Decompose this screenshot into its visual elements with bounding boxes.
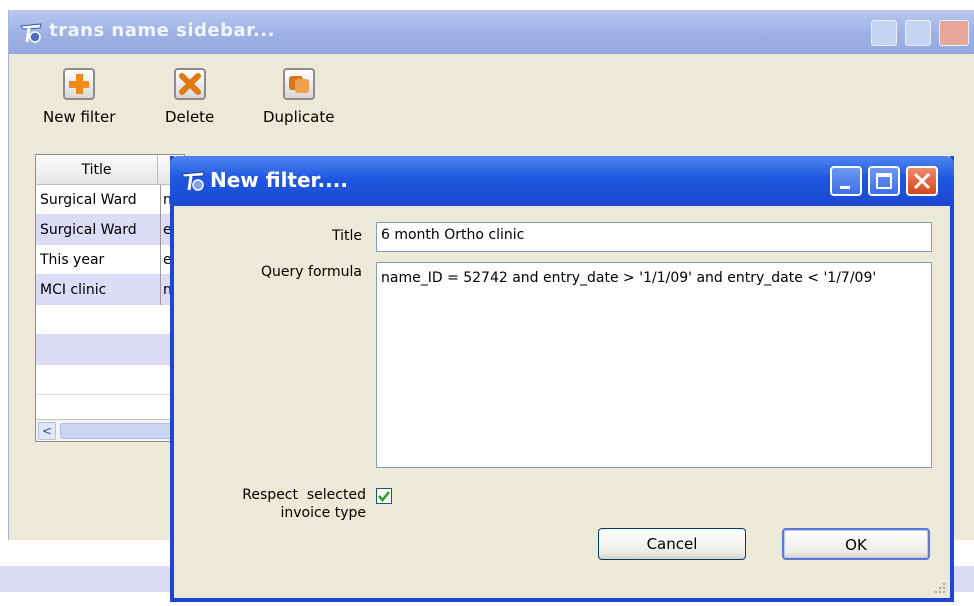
table-row[interactable]: MCI clinic n bbox=[36, 275, 184, 305]
new-filter-button[interactable]: New filter bbox=[43, 68, 115, 126]
scrollbar-thumb[interactable] bbox=[60, 423, 182, 439]
table-row[interactable]: This year e bbox=[36, 245, 184, 275]
duplicate-label: Duplicate bbox=[263, 108, 335, 126]
row-title: MCI clinic bbox=[40, 282, 107, 298]
table-row[interactable]: Surgical Ward e bbox=[36, 215, 184, 245]
horizontal-scrollbar[interactable]: < bbox=[36, 419, 184, 441]
new-filter-dialog: New filter.... Title 6 month Ortho clini… bbox=[170, 156, 954, 602]
table-header: Title bbox=[36, 155, 184, 185]
row-title: Surgical Ward bbox=[40, 222, 137, 238]
delete-label: Delete bbox=[165, 108, 215, 126]
query-formula-textarea[interactable]: name_ID = 52742 and entry_date > '1/1/09… bbox=[376, 262, 932, 468]
checkmark-icon bbox=[378, 491, 390, 502]
query-formula-label: Query formula bbox=[261, 264, 362, 280]
minimize-icon bbox=[840, 186, 850, 189]
duplicate-icon bbox=[282, 68, 315, 100]
dialog-title: New filter.... bbox=[210, 168, 348, 192]
resize-grip-icon[interactable] bbox=[932, 580, 946, 594]
maximize-button[interactable] bbox=[905, 20, 931, 46]
table-row[interactable] bbox=[36, 365, 184, 395]
dialog-body: Title 6 month Ortho clinic Query formula… bbox=[174, 206, 950, 598]
row-title: This year bbox=[40, 252, 105, 268]
column-header-title[interactable]: Title bbox=[36, 155, 158, 185]
dialog-titlebar[interactable]: New filter.... bbox=[170, 156, 954, 206]
close-button[interactable] bbox=[906, 166, 938, 196]
delete-icon bbox=[173, 68, 206, 100]
ok-button[interactable]: OK bbox=[782, 528, 930, 560]
minimize-button[interactable] bbox=[830, 166, 862, 196]
title-label: Title bbox=[331, 228, 362, 244]
app-icon bbox=[181, 171, 205, 191]
main-window-title: trans name sidebar... bbox=[49, 20, 275, 41]
table-body: Surgical Ward n Surgical Ward e This year e… bbox=[36, 185, 184, 395]
new-filter-label: New filter bbox=[43, 108, 116, 126]
cancel-button[interactable]: Cancel bbox=[598, 528, 746, 560]
table-row[interactable]: Surgical Ward n bbox=[36, 185, 184, 215]
close-icon bbox=[913, 172, 931, 190]
duplicate-button[interactable]: Duplicate bbox=[263, 68, 334, 126]
table-row[interactable] bbox=[36, 335, 184, 365]
respect-invoice-type-label: Respect selected invoice type bbox=[194, 486, 366, 522]
scroll-left-icon[interactable]: < bbox=[38, 422, 56, 440]
respect-label-line1: Respect selected bbox=[242, 487, 366, 503]
maximize-icon bbox=[876, 173, 892, 189]
toolbar: New filter Delete Duplicate bbox=[9, 54, 974, 154]
respect-label-line2: invoice type bbox=[280, 505, 366, 521]
filter-table: Title Surgical Ward n Surgical Ward e This… bbox=[35, 154, 185, 442]
screen: trans name sidebar... New filter Delete … bbox=[0, 0, 974, 606]
table-row[interactable] bbox=[36, 305, 184, 335]
plus-icon bbox=[63, 68, 96, 100]
app-icon bbox=[20, 23, 42, 43]
row-title: Surgical Ward bbox=[40, 192, 137, 208]
respect-invoice-type-checkbox[interactable] bbox=[376, 488, 392, 504]
main-window-titlebar[interactable]: trans name sidebar... bbox=[9, 10, 974, 54]
maximize-button[interactable] bbox=[868, 166, 900, 196]
delete-button[interactable]: Delete bbox=[165, 68, 214, 126]
minimize-button[interactable] bbox=[871, 20, 897, 46]
title-input[interactable]: 6 month Ortho clinic bbox=[376, 222, 932, 252]
close-button[interactable] bbox=[939, 20, 969, 46]
